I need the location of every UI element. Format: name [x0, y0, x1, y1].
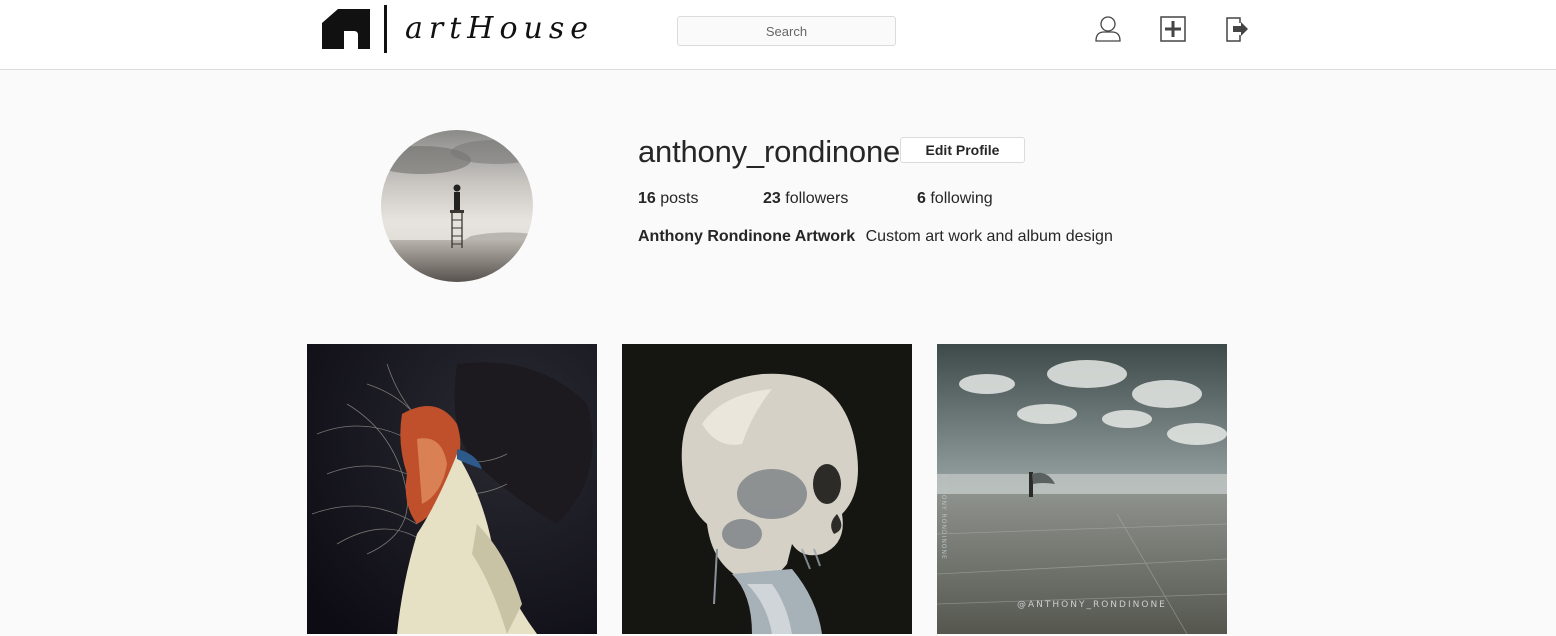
watermark-text: @ANTHONY_RONDINONE [1017, 600, 1167, 610]
followers-label: followers [785, 190, 849, 207]
posts-count: 16 [638, 190, 656, 207]
posts-label: posts [660, 190, 699, 207]
followers-count-stat[interactable]: 23 followers [763, 189, 848, 209]
following-count: 6 [917, 190, 926, 207]
svg-text:ANTHONY RONDINONE: ANTHONY RONDINONE [940, 474, 947, 560]
top-navigation-bar: artHouse [0, 0, 1556, 70]
arthouse-logo[interactable]: artHouse [322, 4, 594, 54]
post-thumbnail[interactable] [622, 344, 912, 634]
logout-icon[interactable] [1222, 14, 1252, 44]
profile-username: anthony_rondinone [638, 134, 901, 169]
abstract-portrait-image [307, 344, 597, 634]
profile-bio-text: Custom art work and album design [865, 228, 1113, 245]
following-label: following [930, 190, 993, 207]
surreal-landscape-image: ANTHONY RONDINONE @ANTHONY_RONDINONE [937, 344, 1227, 634]
followers-count: 23 [763, 190, 781, 207]
profile-full-name: Anthony Rondinone Artwork [638, 228, 856, 245]
logo-divider [384, 5, 387, 53]
house-logo-icon [322, 9, 370, 49]
following-count-stat[interactable]: 6 following [917, 189, 993, 209]
post-thumbnail[interactable] [307, 344, 597, 634]
search-input[interactable] [677, 16, 896, 46]
edit-profile-button[interactable]: Edit Profile [900, 137, 1025, 163]
add-post-icon[interactable] [1158, 14, 1188, 44]
brand-name: artHouse [405, 11, 594, 46]
profile-bio: Anthony Rondinone Artwork Custom art wor… [638, 227, 1113, 247]
profile-icon[interactable] [1093, 14, 1123, 44]
skull-painting-image [622, 344, 912, 634]
profile-avatar[interactable] [381, 130, 533, 282]
posts-count-stat: 16 posts [638, 189, 699, 209]
post-thumbnail[interactable]: ANTHONY RONDINONE @ANTHONY_RONDINONE [937, 344, 1227, 634]
